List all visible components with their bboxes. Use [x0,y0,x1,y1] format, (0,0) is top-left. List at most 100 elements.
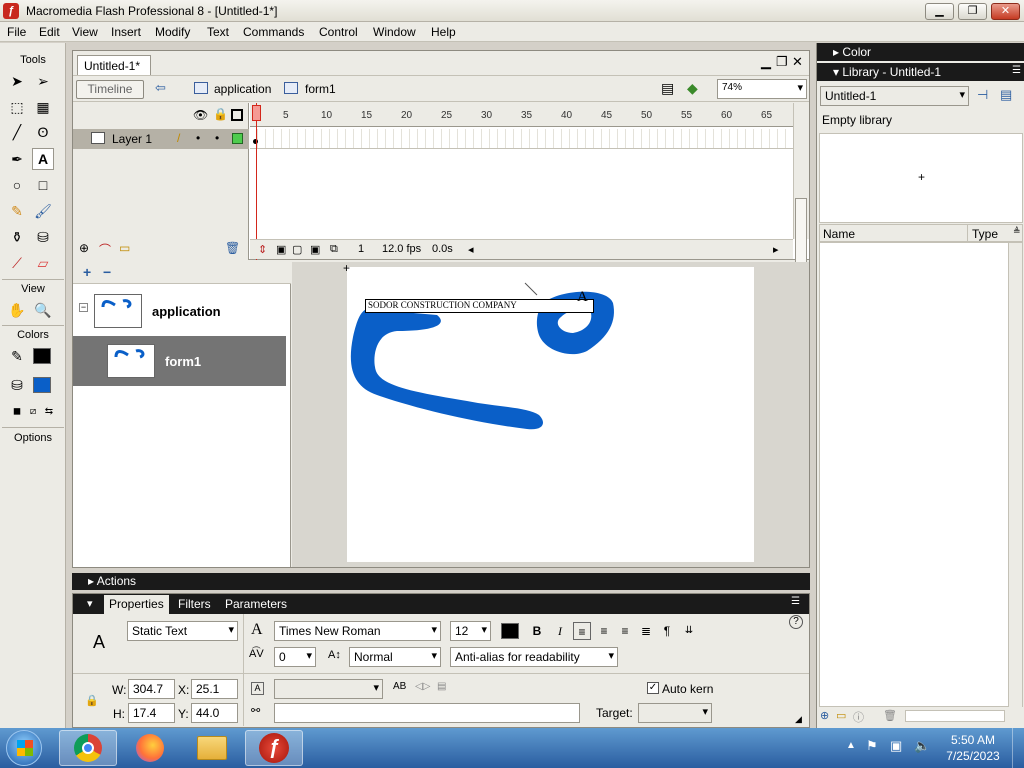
brush-tool-icon[interactable]: 🖌 [32,200,54,222]
taskbar-flash[interactable]: ƒ [245,730,303,766]
collapse-arrow-icon[interactable]: ▾ [87,597,93,610]
ink-bottle-tool-icon[interactable]: ⚱ [6,226,28,248]
lock-dot-icon[interactable]: • [215,131,219,145]
onion-skin-icon[interactable]: ▣ [276,243,286,256]
delete-layer-icon[interactable]: 🗑 [225,241,240,255]
height-field[interactable]: 17.4 [128,703,175,723]
eyedropper-tool-icon[interactable]: ⟋ [6,252,28,274]
remove-screen-icon[interactable]: − [103,264,111,280]
minimize-button[interactable]: ▁ [925,3,954,20]
zoom-dropdown[interactable]: 74% [717,79,807,99]
menu-control[interactable]: Control [319,25,358,39]
outline-icon[interactable] [231,109,243,121]
system-clock[interactable]: 5:50 AM 7/25/2023 [944,732,1002,764]
stage[interactable]: SODOR CONSTRUCTION COMPANY A + [343,262,754,562]
start-button[interactable] [6,730,42,766]
column-name[interactable]: Name [823,227,855,241]
text-direction-icon[interactable]: ⇊ [680,622,698,640]
properties-icon[interactable]: ⓘ [853,709,864,725]
font-size-field[interactable]: 12 [450,621,491,641]
sort-icon[interactable]: ≜ [1013,226,1021,237]
document-tab[interactable]: Untitled-1* [77,55,151,76]
width-field[interactable]: 304.7 [128,679,175,699]
new-library-panel-icon[interactable]: ▤ [1000,87,1012,103]
font-dropdown[interactable]: Times New Roman [274,621,441,641]
taskbar-chrome[interactable] [59,730,117,766]
breadcrumb-form1[interactable]: form1 [305,82,336,96]
taskbar-firefox[interactable] [121,730,179,766]
show-hidden-icons-icon[interactable]: ▲ [846,740,856,751]
onion-markers-icon[interactable]: ⧉ [330,243,338,256]
library-hscrollbar[interactable] [905,710,1005,722]
timeline-toggle-button[interactable]: Timeline [76,80,144,99]
y-field[interactable]: 44.0 [191,703,238,723]
close-button[interactable]: ✕ [991,3,1020,20]
menu-text[interactable]: Text [207,25,229,39]
eraser-tool-icon[interactable]: ▱ [32,252,54,274]
frame-strip[interactable] [250,129,793,149]
scroll-left-icon[interactable]: ◂ [468,243,474,256]
fill-color-swatch[interactable] [33,377,51,393]
taskbar-explorer[interactable] [183,730,241,766]
doc-restore-icon[interactable]: ❐ [776,54,788,70]
tab-parameters[interactable]: Parameters [225,597,287,611]
collapse-icon[interactable]: − [79,303,88,312]
column-type[interactable]: Type [972,227,998,241]
new-symbol-icon[interactable]: ⊕ [820,709,829,722]
selection-tool-icon[interactable]: ➤ [6,70,28,92]
visible-dot-icon[interactable]: • [196,131,200,145]
edit-symbols-icon[interactable]: ◆ [687,80,698,97]
onion-outline-icon[interactable]: ▢ [292,243,302,256]
lock-icon[interactable]: 🔒 [213,107,228,121]
menu-help[interactable]: Help [431,25,456,39]
tab-filters[interactable]: Filters [178,597,211,611]
library-item-list[interactable] [819,242,1023,707]
show-desktop-button[interactable] [1012,728,1024,768]
stroke-color-swatch[interactable] [33,348,51,364]
fill-transform-tool-icon[interactable]: ▦ [32,96,54,118]
menu-insert[interactable]: Insert [111,25,141,39]
insert-folder-icon[interactable]: ▭ [119,241,130,255]
letter-spacing-field[interactable]: 0 [274,647,316,667]
stage-area[interactable]: SODOR CONSTRUCTION COMPANY A + [292,262,809,567]
back-arrow-icon[interactable]: ⇦ [155,80,166,96]
text-color-swatch[interactable] [501,623,519,639]
justify-icon[interactable]: ≣ [637,622,655,640]
outline-color-icon[interactable] [232,133,243,144]
zoom-tool-icon[interactable]: 🔍 [32,299,54,321]
antialias-dropdown[interactable]: Anti-alias for readability [450,647,618,667]
doc-minimize-icon[interactable]: ▁ [761,54,771,70]
center-frame-icon[interactable]: ⇕ [258,243,267,256]
line-tool-icon[interactable]: ╱ [6,121,28,143]
playhead-handle[interactable] [252,105,261,121]
new-folder-icon[interactable]: ▭ [836,709,846,722]
edit-multiple-icon[interactable]: ▣ [310,243,320,256]
screen-item-application[interactable]: − application [73,286,290,336]
frame-ruler[interactable]: 5 10 15 20 25 30 35 40 45 50 55 60 65 [250,103,793,127]
menu-modify[interactable]: Modify [155,25,190,39]
network-icon[interactable]: ▣ [890,738,902,754]
align-left-icon[interactable]: ≡ [573,622,591,640]
subselection-tool-icon[interactable]: ➢ [32,70,54,92]
menu-commands[interactable]: Commands [243,25,304,39]
insert-layer-icon[interactable]: ⊕ [79,241,89,255]
tab-properties[interactable]: Properties [104,595,169,614]
color-panel-header[interactable]: ▸ Color [817,43,1024,61]
maximize-button[interactable]: ❐ [958,3,987,20]
breadcrumb-application[interactable]: application [214,82,271,96]
paint-bucket-tool-icon[interactable]: ⛁ [32,226,54,248]
collapse-triangle-icon[interactable]: ◢ [795,714,802,725]
rectangle-tool-icon[interactable]: □ [32,174,54,196]
menu-edit[interactable]: Edit [39,25,60,39]
pin-library-icon[interactable]: ⊣ [977,87,988,103]
paragraph-icon[interactable]: ¶ [658,622,676,640]
edit-scene-icon[interactable]: ▤ [661,80,674,97]
eye-icon[interactable]: 👁 [193,108,208,122]
auto-kern-checkbox[interactable]: ✓ [647,682,659,694]
bold-icon[interactable]: B [528,622,546,640]
scroll-right-icon[interactable]: ▸ [773,243,779,256]
add-screen-icon[interactable]: + [83,264,91,280]
swap-colors-icon[interactable]: ⇆ [38,400,60,422]
timeline-scrollbar[interactable] [793,103,809,268]
align-right-icon[interactable]: ≡ [616,622,634,640]
